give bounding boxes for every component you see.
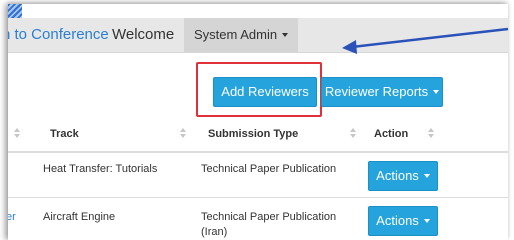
annotation-arrow-icon [342, 27, 509, 54]
